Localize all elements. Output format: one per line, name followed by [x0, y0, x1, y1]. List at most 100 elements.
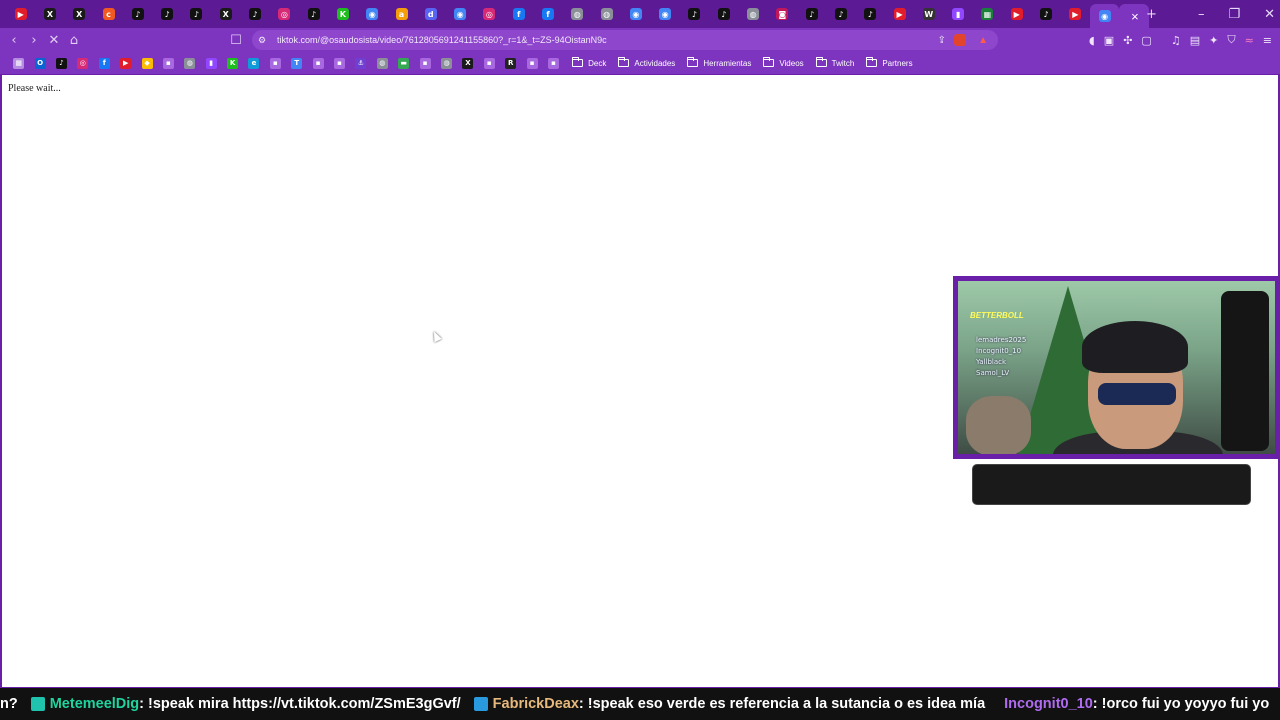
bookmark-item[interactable]: ▪ — [543, 57, 564, 69]
browser-tab[interactable]: W — [914, 0, 943, 28]
bookmark-item[interactable]: K — [222, 57, 243, 69]
bookmark-item[interactable]: ◆ — [136, 57, 157, 69]
wallet-icon[interactable]: ▤ — [1190, 34, 1200, 47]
browser-tab[interactable]: ♪ — [856, 0, 885, 28]
bookmark-item[interactable]: ▬ — [393, 57, 414, 69]
browser-tab[interactable]: ♪ — [797, 0, 826, 28]
bookmark-folder-herramientas[interactable]: Herramientas — [687, 57, 751, 68]
bookmark-item[interactable]: ♪ — [51, 57, 72, 69]
browser-tab[interactable]: ◎ — [475, 0, 504, 28]
browser-tab[interactable]: X — [35, 0, 64, 28]
browser-tab[interactable]: ▶ — [6, 0, 35, 28]
brave-shield-icon[interactable] — [954, 34, 966, 46]
browser-tab[interactable]: ♪ — [240, 0, 269, 28]
bookmark-item[interactable]: e — [243, 57, 264, 69]
bookmark-item[interactable]: R — [500, 57, 521, 69]
bookmark-item[interactable]: ▶ — [115, 57, 136, 69]
menu-icon[interactable]: ≡ — [1263, 34, 1272, 47]
home-icon[interactable]: ⌂ — [64, 33, 84, 48]
bookmark-item[interactable]: O — [29, 57, 50, 69]
browser-tab[interactable]: K — [328, 0, 357, 28]
forward-button[interactable]: › — [24, 33, 44, 48]
browser-tab[interactable]: X — [211, 0, 240, 28]
bookmark-folder-twitch[interactable]: Twitch — [815, 57, 854, 68]
browser-tab[interactable]: ◉ — [1089, 4, 1120, 28]
tabs-icon[interactable]: ▢ — [1141, 34, 1151, 47]
bookmark-folder-actividades[interactable]: Actividades — [618, 57, 675, 68]
browser-tab[interactable]: f — [533, 0, 562, 28]
bookmark-item[interactable]: ▪ — [265, 57, 286, 69]
browser-tab[interactable]: X — [65, 0, 94, 28]
browser-tab[interactable]: f — [504, 0, 533, 28]
stop-loading-button[interactable]: ✕ — [44, 33, 64, 48]
puzzle-icon[interactable]: ✣ — [1123, 34, 1132, 47]
bookmark-item[interactable]: ▪ — [158, 57, 179, 69]
browser-tab[interactable]: d — [416, 0, 445, 28]
back-button[interactable]: ‹ — [4, 33, 24, 48]
bookmark-item[interactable]: ◍ — [436, 57, 457, 69]
bookmark-item[interactable]: ▪ — [307, 57, 328, 69]
share-icon[interactable]: ⇪ — [938, 35, 946, 46]
browser-tab[interactable]: ♪ — [123, 0, 152, 28]
extension-icon[interactable]: ▣ — [1104, 34, 1114, 47]
browser-tab[interactable]: ▮ — [944, 0, 973, 28]
browser-tab[interactable]: a — [387, 0, 416, 28]
browser-tab[interactable]: ◉ — [445, 0, 474, 28]
browser-tab[interactable]: ◍ — [592, 0, 621, 28]
browser-tab[interactable]: ♪ — [680, 0, 709, 28]
address-bar[interactable]: ⚙ tiktok.com/@osaudosista/video/76128056… — [252, 30, 998, 50]
browser-tab[interactable]: ◍ — [563, 0, 592, 28]
bookmark-item[interactable]: ▪ — [479, 57, 500, 69]
browser-tab[interactable]: ◉ — [621, 0, 650, 28]
bookmark-item[interactable]: ▪ — [329, 57, 350, 69]
site-info-icon[interactable]: ⚙ — [258, 35, 266, 46]
browser-tab[interactable]: ◉ — [651, 0, 680, 28]
bookmark-item[interactable]: ▪ — [414, 57, 435, 69]
bookmark-item[interactable]: ◍ — [179, 57, 200, 69]
browser-tab[interactable]: ◉ — [358, 0, 387, 28]
bookmark-folder-deck[interactable]: Deck — [572, 57, 606, 68]
bookmark-item[interactable]: f — [94, 57, 115, 69]
close-window-button[interactable]: ✕ — [1264, 7, 1275, 22]
profile-icon[interactable]: ≈ — [1245, 34, 1254, 47]
browser-tab[interactable]: c — [94, 0, 123, 28]
browser-tab[interactable]: ◙ — [768, 0, 797, 28]
bookmark-folder-partners[interactable]: Partners — [866, 57, 913, 68]
browser-tab[interactable]: ♪ — [152, 0, 181, 28]
browser-tab[interactable]: ▶ — [1002, 0, 1031, 28]
browser-tab[interactable]: ◎ — [270, 0, 299, 28]
bookmark-item[interactable]: X — [457, 57, 478, 69]
bookmark-item[interactable]: ▦ — [8, 57, 29, 69]
bookmark-folder-videos[interactable]: Videos — [763, 57, 804, 68]
loading-message: Please wait... — [8, 83, 61, 94]
bookmark-item[interactable]: ◎ — [72, 57, 93, 69]
browser-tab[interactable]: ♪ — [299, 0, 328, 28]
browser-tab[interactable]: ♪ — [709, 0, 738, 28]
browser-tab[interactable]: ▶ — [1061, 0, 1090, 28]
browser-tab[interactable]: ▶ — [885, 0, 914, 28]
rewards-icon[interactable]: ▲ — [978, 35, 988, 46]
browser-tab[interactable]: ♪ — [1031, 0, 1060, 28]
minimize-button[interactable]: – — [1198, 7, 1205, 22]
bookmark-item[interactable]: ▮ — [201, 57, 222, 69]
browser-tab[interactable]: ◍ — [738, 0, 767, 28]
active-tab-close-button[interactable]: × — [1119, 4, 1149, 28]
audio-icon[interactable]: ◖ — [1089, 34, 1095, 47]
bookmark-page-icon[interactable]: ☐ — [226, 33, 246, 48]
restore-button[interactable]: ❐ — [1229, 7, 1241, 22]
chat-badge-icon — [30, 697, 45, 711]
browser-tab[interactable]: ♪ — [826, 0, 855, 28]
sparkle-icon[interactable]: ✦ — [1209, 34, 1218, 47]
bookmark-item[interactable]: ◍ — [372, 57, 393, 69]
revolut-icon: R — [505, 57, 517, 69]
crunchyroll-icon: c — [102, 8, 115, 20]
bookmark-item[interactable]: ▪ — [521, 57, 542, 69]
music-icon[interactable]: ♫ — [1171, 34, 1181, 47]
vpn-icon[interactable]: ⛉ — [1227, 33, 1235, 47]
browser-tab[interactable]: ♪ — [182, 0, 211, 28]
tiktok-icon: ♪ — [190, 8, 203, 20]
bookmark-item[interactable]: T — [286, 57, 307, 69]
new-tab-button[interactable]: + — [1146, 0, 1157, 28]
browser-tab[interactable]: ▦ — [973, 0, 1002, 28]
bookmark-item[interactable]: ⚓ — [350, 57, 371, 69]
